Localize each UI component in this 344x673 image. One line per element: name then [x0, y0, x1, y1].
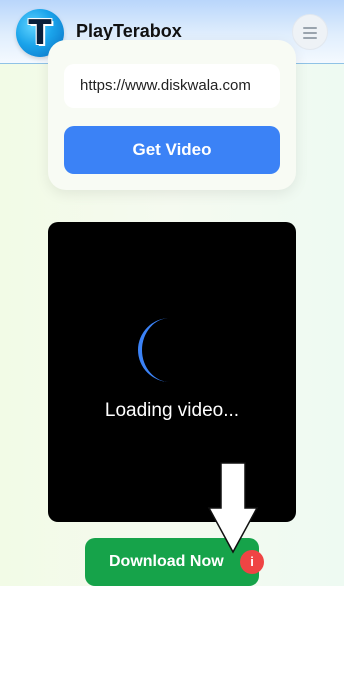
loading-spinner-icon [138, 318, 170, 382]
hamburger-menu-icon-bar [303, 27, 317, 29]
loading-text: Loading video... [104, 400, 240, 421]
brand-name[interactable]: PlayTerabox [76, 21, 182, 42]
hamburger-menu-button[interactable] [292, 14, 328, 50]
get-video-button[interactable]: Get Video [64, 126, 280, 174]
url-input[interactable]: https://www.diskwala.com [64, 64, 280, 108]
down-arrow-icon [207, 462, 259, 554]
hamburger-menu-icon-bar [303, 32, 317, 34]
hamburger-menu-icon-bar [303, 37, 317, 39]
